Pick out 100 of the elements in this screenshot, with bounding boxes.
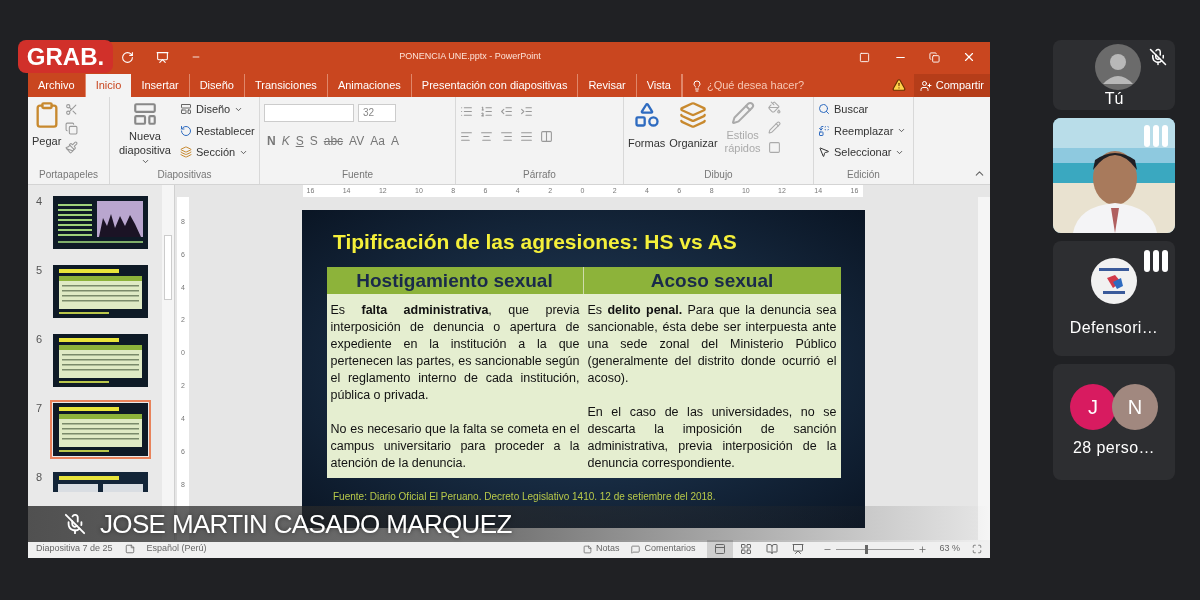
participant-name: Tú [1104,90,1124,108]
find-button[interactable]: Buscar [818,101,907,118]
ribbon-tab[interactable]: Inicio [85,74,132,97]
align-left-icon[interactable] [460,130,473,143]
zoom-slider[interactable] [836,544,915,554]
participant-name: 28 perso… [1073,438,1155,458]
layers-icon [679,101,708,129]
font-name-field[interactable] [264,104,354,122]
participant-name: Defensori… [1069,318,1159,338]
slide-paragraph: En el caso de las universidades, no se descarta la imposición de sanción administrativa, previa interposición de la denuncia correspondiente. [587,403,837,472]
warning-icon [891,78,906,92]
spelling-icon [124,544,135,554]
format-painter-icon[interactable] [65,141,79,154]
select-button[interactable]: Seleccionar [818,144,907,161]
slide-number: 8 [36,470,44,485]
ribbon-display-icon[interactable] [859,51,870,63]
format-button[interactable]: AV [346,132,368,150]
slide-layout-icon [180,103,192,116]
paste-button[interactable]: Pegar [32,101,62,150]
font-size-field[interactable]: 32 [358,104,396,122]
notes-button[interactable]: Notas [582,542,620,556]
outline-icon[interactable] [767,121,781,134]
comment-icon [631,544,641,554]
close-icon[interactable] [962,50,976,64]
zoom-percent: 63 % [939,542,960,556]
slide-layout-icon [132,101,158,127]
increase-indent-icon[interactable] [520,105,533,118]
restore-icon[interactable] [929,51,940,63]
notes-icon [582,544,592,554]
slide-paragraph: Es falta administrativa, que previa interposición de denuncia o apertura de expediente en la institución a la que pertenecen las partes, es sancionable según el reglamento interno de cada institución, pública o privada. [330,301,580,404]
slide-number: 4 [36,194,44,209]
slide-thumbnail[interactable] [50,193,151,252]
tell-me-field[interactable]: ¿Qué desea hacer? [706,77,805,94]
format-button[interactable]: Aa [367,132,388,150]
reset-button[interactable]: Restablecer [180,122,255,139]
view-icon [792,543,805,555]
window-title: PONENCIA UNE.pptx - PowerPoint [398,50,542,64]
slide-thumbnail[interactable] [50,331,151,390]
column-heading: Acoso sexual [583,266,841,294]
slide-paragraph: Es delito penal. Para que la denuncia sea sancionable, ésta debe ser interpuesta ante una sede zonal del Ministerio Público (generalmente del distrito donde ocurrió el acoso). [587,301,837,387]
avatar [1095,44,1141,90]
align-right-icon[interactable] [500,130,513,143]
group-label: Fuente [341,168,374,182]
replace-icon [818,124,830,137]
format-button[interactable]: N [264,132,279,150]
shapes-button[interactable]: Formas [628,101,666,152]
share-button[interactable]: Compartir [913,74,990,97]
zoom-in-icon[interactable] [918,544,928,554]
cut-icon[interactable] [65,103,79,116]
view-icon [766,543,779,555]
comments-button[interactable]: Comentarios [631,542,696,556]
view-icon [740,543,753,555]
pencil-icon [730,101,755,125]
slide-number: 7 [36,401,44,416]
reset-icon [180,124,192,137]
section-icon [180,146,192,159]
fit-slide-icon[interactable] [972,544,982,554]
justify-icon[interactable] [520,130,533,143]
format-button[interactable]: abc [320,132,347,150]
speaker-name: JOSE MARTIN CASADO MARQUEZ [100,507,512,541]
language-label: Español (Perú) [146,542,207,556]
pointer-icon [818,146,830,159]
format-button[interactable]: S [306,132,321,150]
slide-number: 5 [36,263,44,278]
lightbulb-icon [690,79,703,92]
audio-level-icon [1143,124,1169,148]
align-center-icon[interactable] [480,130,493,143]
slideshow-icon[interactable] [156,50,169,64]
format-button[interactable]: A [387,132,402,150]
layout-button[interactable]: Diseño [180,101,255,118]
redo-icon[interactable] [121,50,134,64]
replace-button[interactable]: Reemplazar [818,122,907,139]
slide-title: Tipificación de las agresiones: HS vs AS [333,229,737,255]
slide-paragraph: No es necesario que la falta se cometa en el campus universitario para proceder a la atención de la denuncia. [330,420,580,472]
slide-number: 6 [36,332,44,347]
group-label: Portapapeles [39,168,98,182]
group-label: Diapositivas [157,168,212,182]
effects-icon[interactable] [767,141,781,154]
format-button[interactable]: K [278,132,293,150]
slide-thumbnail[interactable] [50,400,151,459]
avatar: J [1070,384,1116,430]
columns-icon[interactable] [540,130,553,143]
section-button[interactable]: Sección [180,144,255,161]
slide-thumbnail[interactable] [50,262,151,321]
format-button[interactable]: S [292,132,307,150]
numbering-icon[interactable] [480,105,493,118]
audio-level-icon [1143,249,1169,273]
group-label: Párrafo [523,168,556,182]
arrange-button[interactable]: Organizar [669,101,718,152]
view-button[interactable] [707,540,734,558]
logo-icon [1091,258,1137,304]
bullets-icon[interactable] [460,105,473,118]
copy-icon[interactable] [65,122,79,135]
fill-icon[interactable] [767,101,781,114]
caret-icon [140,157,150,166]
source-note: Fuente: Diario Oficial El Peruano. Decreto Legislativo 1410. 12 de setiembre del 2018. [333,489,716,504]
new-slide-button[interactable]: Nueva diapositiva [114,101,176,166]
avatar: N [1112,384,1158,430]
decrease-indent-icon[interactable] [500,105,513,118]
recording-badge: GRAB. [18,40,113,73]
